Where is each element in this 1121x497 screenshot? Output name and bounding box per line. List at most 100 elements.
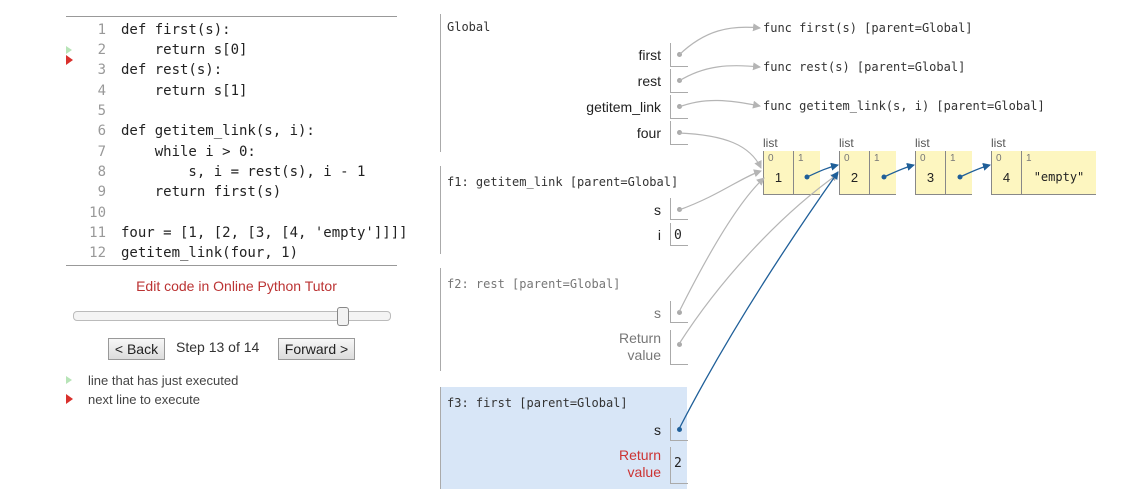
- line-number: 8: [97, 164, 106, 180]
- code-panel: 1 def first(s): 2 return s[0] 3 def rest(s…: [66, 16, 408, 266]
- list-cell: 0 1: [763, 151, 793, 195]
- arrow-getitem-link: [678, 99, 761, 109]
- var-slot: [670, 330, 688, 365]
- code-line: 5: [66, 101, 397, 121]
- list-cell: 1 "empty": [1021, 151, 1096, 195]
- cell-value: "empty": [1033, 170, 1085, 184]
- line-source: while i > 0:: [121, 144, 256, 160]
- return-value-label: Return value: [619, 447, 661, 481]
- list-object: 0 1 1: [763, 151, 820, 195]
- line-source: four = [1, [2, [3, [4, 'empty']]]]: [121, 225, 408, 241]
- var-name-rest: rest: [637, 73, 661, 89]
- edit-code-link[interactable]: Edit code in Online Python Tutor: [66, 278, 407, 294]
- arrow-f2-return: [678, 173, 839, 345]
- var-name-four: four: [636, 125, 661, 141]
- list-cell: 1: [869, 151, 896, 195]
- pointer-dot: [677, 310, 682, 315]
- line-number: 3: [97, 62, 106, 78]
- list-cell: 1: [793, 151, 820, 195]
- list-type-label: list: [839, 136, 854, 150]
- pointer-dot: [677, 104, 682, 109]
- code-line: 1 def first(s):: [66, 20, 397, 40]
- line-source: def getitem_link(s, i):: [121, 123, 315, 139]
- line-number: 6: [97, 123, 106, 139]
- list-cell: 0 3: [915, 151, 945, 195]
- list-object: 0 4 1 "empty": [991, 151, 1096, 195]
- pointer-dot: [677, 130, 682, 135]
- cell-index: 0: [768, 153, 774, 164]
- line-number: 2: [97, 42, 106, 58]
- f3-frame-active: f3: first [parent=Global] s Return value…: [440, 387, 688, 489]
- cell-value: 4: [1002, 170, 1011, 185]
- list-cell: 1: [945, 151, 972, 195]
- list-cell: 0 2: [839, 151, 869, 195]
- cell-index: 1: [950, 153, 956, 164]
- cell-value: 1: [774, 170, 783, 185]
- return-label-line: value: [627, 347, 661, 363]
- return-value: 2: [674, 456, 682, 471]
- list-type-label: list: [763, 136, 778, 150]
- cell-index: 1: [1026, 153, 1032, 164]
- line-source: getitem_link(four, 1): [121, 245, 299, 261]
- arrow-f1-s: [678, 169, 762, 211]
- cell-index: 1: [874, 153, 880, 164]
- line-source: def first(s):: [121, 22, 231, 38]
- arrow-four: [678, 132, 762, 169]
- frame-title: f1: getitem_link [parent=Global]: [447, 175, 679, 189]
- list-type-label: list: [991, 136, 1006, 150]
- code-line: 3 def rest(s):: [66, 60, 397, 80]
- legend-executed-text: line that has just executed: [88, 373, 239, 388]
- arrow-first: [678, 23, 761, 56]
- line-number: 7: [97, 144, 106, 160]
- step-slider-thumb[interactable]: [337, 307, 349, 326]
- return-label-line: Return: [618, 330, 661, 346]
- step-slider[interactable]: [73, 307, 391, 326]
- global-frame: Global first rest getitem_link four: [440, 14, 688, 152]
- return-value-label: Return value: [619, 330, 661, 364]
- line-number: 11: [89, 225, 106, 241]
- line-number: 1: [97, 22, 106, 38]
- code-line: 7 while i > 0:: [66, 142, 397, 162]
- step-counter: Step 13 of 14: [176, 339, 260, 355]
- line-source: return s[0]: [121, 42, 248, 58]
- code-line: 12 getitem_link(four, 1): [66, 243, 397, 263]
- f1-frame: f1: getitem_link [parent=Global] s i 0: [440, 166, 688, 254]
- cell-index: 0: [844, 153, 850, 164]
- cell-value: 2: [850, 170, 859, 185]
- arrow-f2-s: [678, 177, 765, 313]
- code-line: 2 return s[0]: [66, 40, 397, 60]
- cell-index: 0: [996, 153, 1002, 164]
- line-number: 4: [97, 83, 106, 99]
- var-name-first: first: [638, 47, 661, 63]
- return-label-line: value: [627, 464, 661, 480]
- frame-title: f3: first [parent=Global]: [447, 396, 628, 410]
- f2-frame: f2: rest [parent=Global] s Return value: [440, 268, 688, 371]
- pointer-dot: [677, 427, 682, 432]
- forward-button[interactable]: Forward >: [278, 338, 355, 360]
- code-line: 9 return first(s): [66, 182, 397, 202]
- var-name-getitem-link: getitem_link: [586, 99, 661, 115]
- line-source: def rest(s):: [121, 62, 223, 78]
- func-object-rest: func rest(s) [parent=Global]: [763, 60, 966, 74]
- line-source: s, i = rest(s), i - 1: [121, 164, 366, 180]
- var-name-s: s: [654, 305, 661, 321]
- line-number: 5: [97, 103, 106, 119]
- legend-next-text: next line to execute: [88, 392, 201, 407]
- pointer-dot: [677, 52, 682, 57]
- pointer-dot: [677, 78, 682, 83]
- var-name-i: i: [657, 227, 661, 243]
- list-object: 0 2 1: [839, 151, 896, 195]
- line-number: 9: [97, 184, 106, 200]
- frame-title: Global: [447, 20, 491, 34]
- var-value-i: 0: [674, 228, 682, 243]
- code-line: 8 s, i = rest(s), i - 1: [66, 162, 397, 182]
- return-label-line: Return: [618, 447, 661, 463]
- next-line-arrow-icon: [66, 394, 73, 404]
- executed-line-arrow-icon: [66, 376, 72, 384]
- cell-index: 1: [798, 153, 804, 164]
- list-type-label: list: [915, 136, 930, 150]
- func-object-first: func first(s) [parent=Global]: [763, 21, 973, 35]
- code-line: 4 return s[1]: [66, 81, 397, 101]
- back-button[interactable]: < Back: [108, 338, 165, 360]
- code-line: 10: [66, 203, 397, 223]
